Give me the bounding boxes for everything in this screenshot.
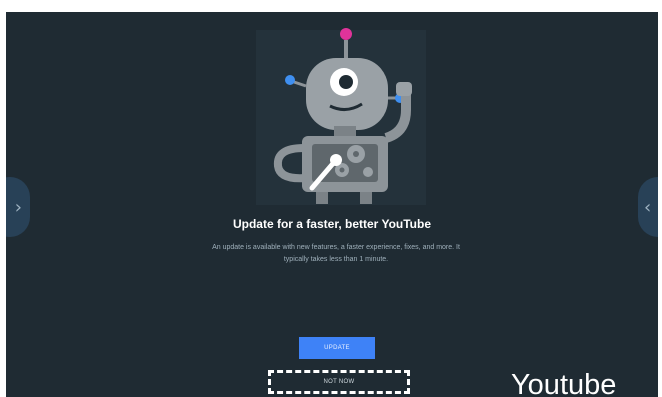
update-description: An update is available with new features… — [212, 244, 460, 263]
not-now-button[interactable]: NOT NOW — [268, 370, 410, 394]
chevron-right-icon: › — [14, 196, 22, 218]
robot-illustration — [256, 28, 426, 205]
tv-screen: › ‹ Update for a faster, better YouTube … — [6, 12, 658, 397]
update-title: Update for a faster, better YouTube — [232, 217, 432, 231]
chevron-left-icon: ‹ — [644, 196, 652, 218]
update-button[interactable]: UPDATE — [299, 337, 375, 359]
caption-label: Youtube — [511, 369, 617, 397]
